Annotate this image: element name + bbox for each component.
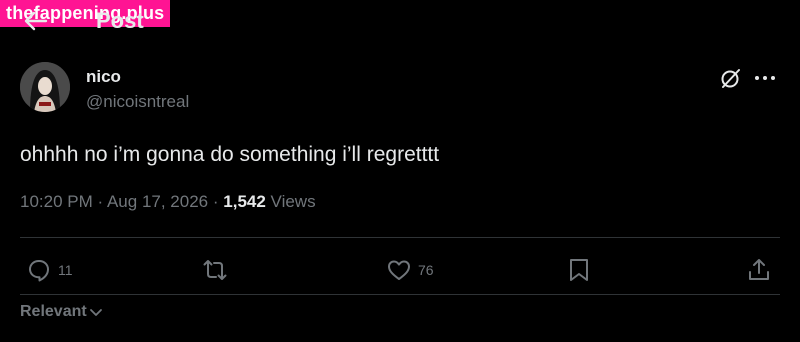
views-count: 1,542 bbox=[223, 192, 266, 211]
share-icon bbox=[749, 259, 769, 280]
post-metadata: 10:20 PM · Aug 17, 2026 · 1,542 Views bbox=[20, 192, 316, 212]
post-date[interactable]: Aug 17, 2026 bbox=[107, 192, 208, 211]
repost-button[interactable] bbox=[202, 256, 234, 284]
replies-sort-dropdown[interactable]: Relevant bbox=[20, 303, 103, 321]
avatar[interactable] bbox=[20, 62, 70, 112]
meta-separator: · bbox=[97, 192, 104, 211]
chevron-down-icon bbox=[89, 309, 102, 316]
divider bbox=[20, 294, 780, 295]
divider bbox=[20, 237, 780, 238]
post-text: ohhhh no i’m gonna do something i’ll reg… bbox=[20, 143, 440, 166]
reply-icon bbox=[29, 260, 49, 282]
avatar-image bbox=[20, 62, 70, 112]
views-label: Views bbox=[270, 192, 316, 211]
heart-icon bbox=[388, 260, 410, 280]
share-button[interactable] bbox=[746, 256, 772, 284]
post-time[interactable]: 10:20 PM bbox=[20, 192, 93, 211]
page-title: Post bbox=[96, 8, 144, 33]
repost-icon bbox=[203, 260, 227, 280]
back-arrow-icon[interactable] bbox=[22, 10, 48, 32]
reply-button[interactable]: 11 bbox=[26, 256, 73, 284]
bookmark-button[interactable] bbox=[566, 256, 592, 284]
grok-icon[interactable] bbox=[719, 66, 743, 90]
reply-count: 11 bbox=[58, 262, 73, 278]
more-options-icon[interactable] bbox=[754, 74, 776, 82]
replies-sort-label: Relevant bbox=[20, 303, 87, 320]
meta-separator: · bbox=[212, 192, 219, 211]
like-button[interactable]: 76 bbox=[386, 256, 434, 284]
author-name[interactable]: nico bbox=[86, 67, 121, 87]
like-count: 76 bbox=[418, 262, 434, 278]
bookmark-icon bbox=[570, 259, 588, 281]
author-handle[interactable]: @nicoisntreal bbox=[86, 92, 189, 112]
